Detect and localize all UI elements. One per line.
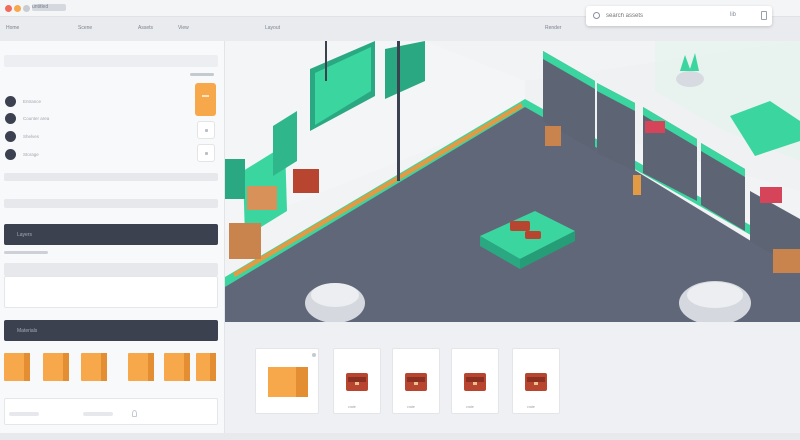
store-scene xyxy=(225,41,800,322)
status-bar xyxy=(0,433,800,440)
trash-icon[interactable] xyxy=(761,11,767,20)
planter xyxy=(676,71,704,87)
red-crate xyxy=(293,169,319,193)
crate-icon xyxy=(464,373,486,391)
search-box[interactable]: lib xyxy=(586,6,772,26)
search-icon xyxy=(593,12,600,19)
text-line xyxy=(9,412,39,416)
asset-caption: crate xyxy=(407,405,415,409)
avatar xyxy=(5,131,16,142)
folder-icon xyxy=(268,367,308,397)
close-window-icon[interactable] xyxy=(5,5,12,12)
crate xyxy=(773,249,800,273)
search-input[interactable] xyxy=(606,11,726,21)
asset-strip: crate crate crate crate xyxy=(225,322,800,433)
section-header-layers[interactable]: Layers xyxy=(4,224,218,245)
nav-item-layout[interactable]: Layout xyxy=(265,25,280,31)
minimize-window-icon[interactable] xyxy=(14,5,21,12)
section-header-materials[interactable]: Materials xyxy=(4,320,218,341)
avatar xyxy=(5,96,16,107)
avatar xyxy=(5,113,16,124)
more-icon[interactable] xyxy=(312,353,316,357)
stool xyxy=(545,126,561,146)
divider-bar xyxy=(4,173,218,181)
asset-crate[interactable]: crate xyxy=(451,348,499,414)
panel-toolbar xyxy=(190,73,214,76)
sidebar-item-label[interactable]: Shelves xyxy=(23,134,39,139)
crate-icon xyxy=(525,373,547,391)
round-seat-top xyxy=(311,283,359,307)
search-extension-label: lib xyxy=(730,12,737,18)
asset-crate[interactable]: crate xyxy=(512,348,560,414)
pin-icon xyxy=(132,410,137,417)
window-title: untitled xyxy=(32,4,66,11)
add-button[interactable] xyxy=(195,83,216,116)
product-box xyxy=(525,231,541,239)
plus-icon xyxy=(202,95,209,97)
nav-item-home[interactable]: Home xyxy=(6,25,19,31)
round-seat-top xyxy=(687,282,743,308)
avatar xyxy=(5,149,16,160)
crate-icon xyxy=(405,373,427,391)
asset-caption: crate xyxy=(466,405,474,409)
asset-crate[interactable]: crate xyxy=(392,348,440,414)
text-line xyxy=(4,251,48,254)
nav-item-render[interactable]: Render xyxy=(545,25,561,31)
asset-caption: crate xyxy=(527,405,535,409)
nav-item-assets[interactable]: Assets xyxy=(138,25,153,31)
asset-crate[interactable]: crate xyxy=(333,348,381,414)
sidebar-item-label[interactable]: Storage xyxy=(23,152,39,157)
counter-block xyxy=(229,223,261,259)
maximize-window-icon[interactable] xyxy=(23,5,30,12)
material-swatch[interactable] xyxy=(196,353,216,381)
material-swatch[interactable] xyxy=(164,353,190,381)
panel-header xyxy=(4,55,218,67)
nav-item-scene[interactable]: Scene xyxy=(78,25,92,31)
dot-icon xyxy=(205,152,208,155)
pole xyxy=(397,41,400,181)
material-swatch[interactable] xyxy=(4,353,30,381)
counter xyxy=(247,186,277,210)
stand xyxy=(633,175,641,195)
layer-card[interactable] xyxy=(4,276,218,308)
material-swatch[interactable] xyxy=(81,353,107,381)
dot-icon xyxy=(205,129,208,132)
nav-item-view[interactable]: View xyxy=(178,25,189,31)
red-crate xyxy=(645,121,665,133)
asset-folder[interactable] xyxy=(255,348,319,414)
layer-row[interactable] xyxy=(4,263,218,276)
materials-card xyxy=(4,398,218,425)
material-swatch[interactable] xyxy=(43,353,69,381)
wall-panel-left xyxy=(225,159,245,199)
divider-bar xyxy=(4,199,218,208)
options-button[interactable] xyxy=(197,121,215,139)
left-panel: Entrance Counter area Shelves Storage La… xyxy=(0,41,225,433)
sidebar-item-label[interactable]: Entrance xyxy=(23,99,41,104)
text-line xyxy=(83,412,113,416)
section-title: Materials xyxy=(17,328,38,334)
settings-button[interactable] xyxy=(197,144,215,162)
asset-caption: crate xyxy=(348,405,356,409)
red-crate xyxy=(760,187,782,203)
section-title: Layers xyxy=(17,232,33,238)
crate-icon xyxy=(346,373,368,391)
viewport-canvas[interactable] xyxy=(225,41,800,322)
material-swatch[interactable] xyxy=(128,353,154,381)
pole xyxy=(325,41,327,81)
sidebar-item-label[interactable]: Counter area xyxy=(23,116,49,121)
product-box xyxy=(510,221,530,231)
